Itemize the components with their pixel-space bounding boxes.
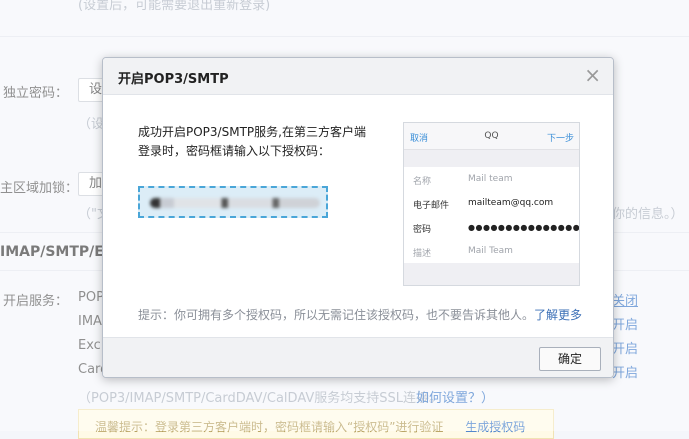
- phone-row-key: 电子邮件: [413, 201, 450, 211]
- phone-cancel: 取消: [410, 134, 429, 144]
- pop3-smtp-dialog: 开启POP3/SMTP × 成功开启POP3/SMTP服务,在第三方客户端 登录…: [102, 57, 614, 378]
- phone-row-value: Mail Team: [468, 246, 513, 256]
- phone-footer: [404, 263, 579, 285]
- authorization-code-box[interactable]: [138, 186, 328, 218]
- phone-row-value: Mail team: [468, 174, 513, 184]
- phone-row-key: 描述: [413, 249, 432, 259]
- close-icon[interactable]: ×: [584, 64, 601, 86]
- phone-row-key: 密码: [413, 225, 432, 235]
- message-line-2: 登录时，密码框请输入以下授权码：: [138, 144, 331, 158]
- dialog-title: 开启POP3/SMTP: [118, 72, 229, 87]
- success-message: 成功开启POP3/SMTP服务,在第三方客户端 登录时，密码框请输入以下授权码：: [138, 123, 378, 161]
- phone-spacer: [404, 149, 579, 168]
- phone-row-name: 名称 Mail team: [404, 167, 579, 192]
- phone-setup-illustration: QQ 取消 下一步 名称 Mail team 电子邮件 mailteam@qq.…: [403, 122, 580, 286]
- dialog-footer: 确定: [103, 337, 613, 377]
- phone-nav-bar: QQ 取消 下一步: [404, 123, 579, 149]
- message-line-1: 成功开启POP3/SMTP服务,在第三方客户端: [138, 125, 366, 139]
- phone-row-description: 描述 Mail Team: [404, 239, 579, 264]
- confirm-button[interactable]: 确定: [539, 347, 601, 371]
- authorization-code-blurred: [150, 198, 320, 208]
- phone-row-email: 电子邮件 mailteam@qq.com: [404, 191, 579, 216]
- learn-more-link[interactable]: 了解更多: [534, 308, 582, 322]
- dialog-tip: 提示：你可拥有多个授权码，所以无需记住该授权码，也不要告诉其他人。了解更多: [138, 306, 582, 323]
- phone-row-value: mailteam@qq.com: [468, 198, 554, 208]
- phone-row-key: 名称: [413, 177, 432, 187]
- phone-row-password: 密码 ●●●●●●●●●●●●●●●●: [404, 215, 579, 240]
- phone-row-value: ●●●●●●●●●●●●●●●●: [468, 223, 580, 232]
- phone-next: 下一步: [546, 134, 574, 144]
- dialog-header: 开启POP3/SMTP ×: [103, 58, 613, 95]
- tip-text: 提示：你可拥有多个授权码，所以无需记住该授权码，也不要告诉其他人。: [138, 308, 535, 322]
